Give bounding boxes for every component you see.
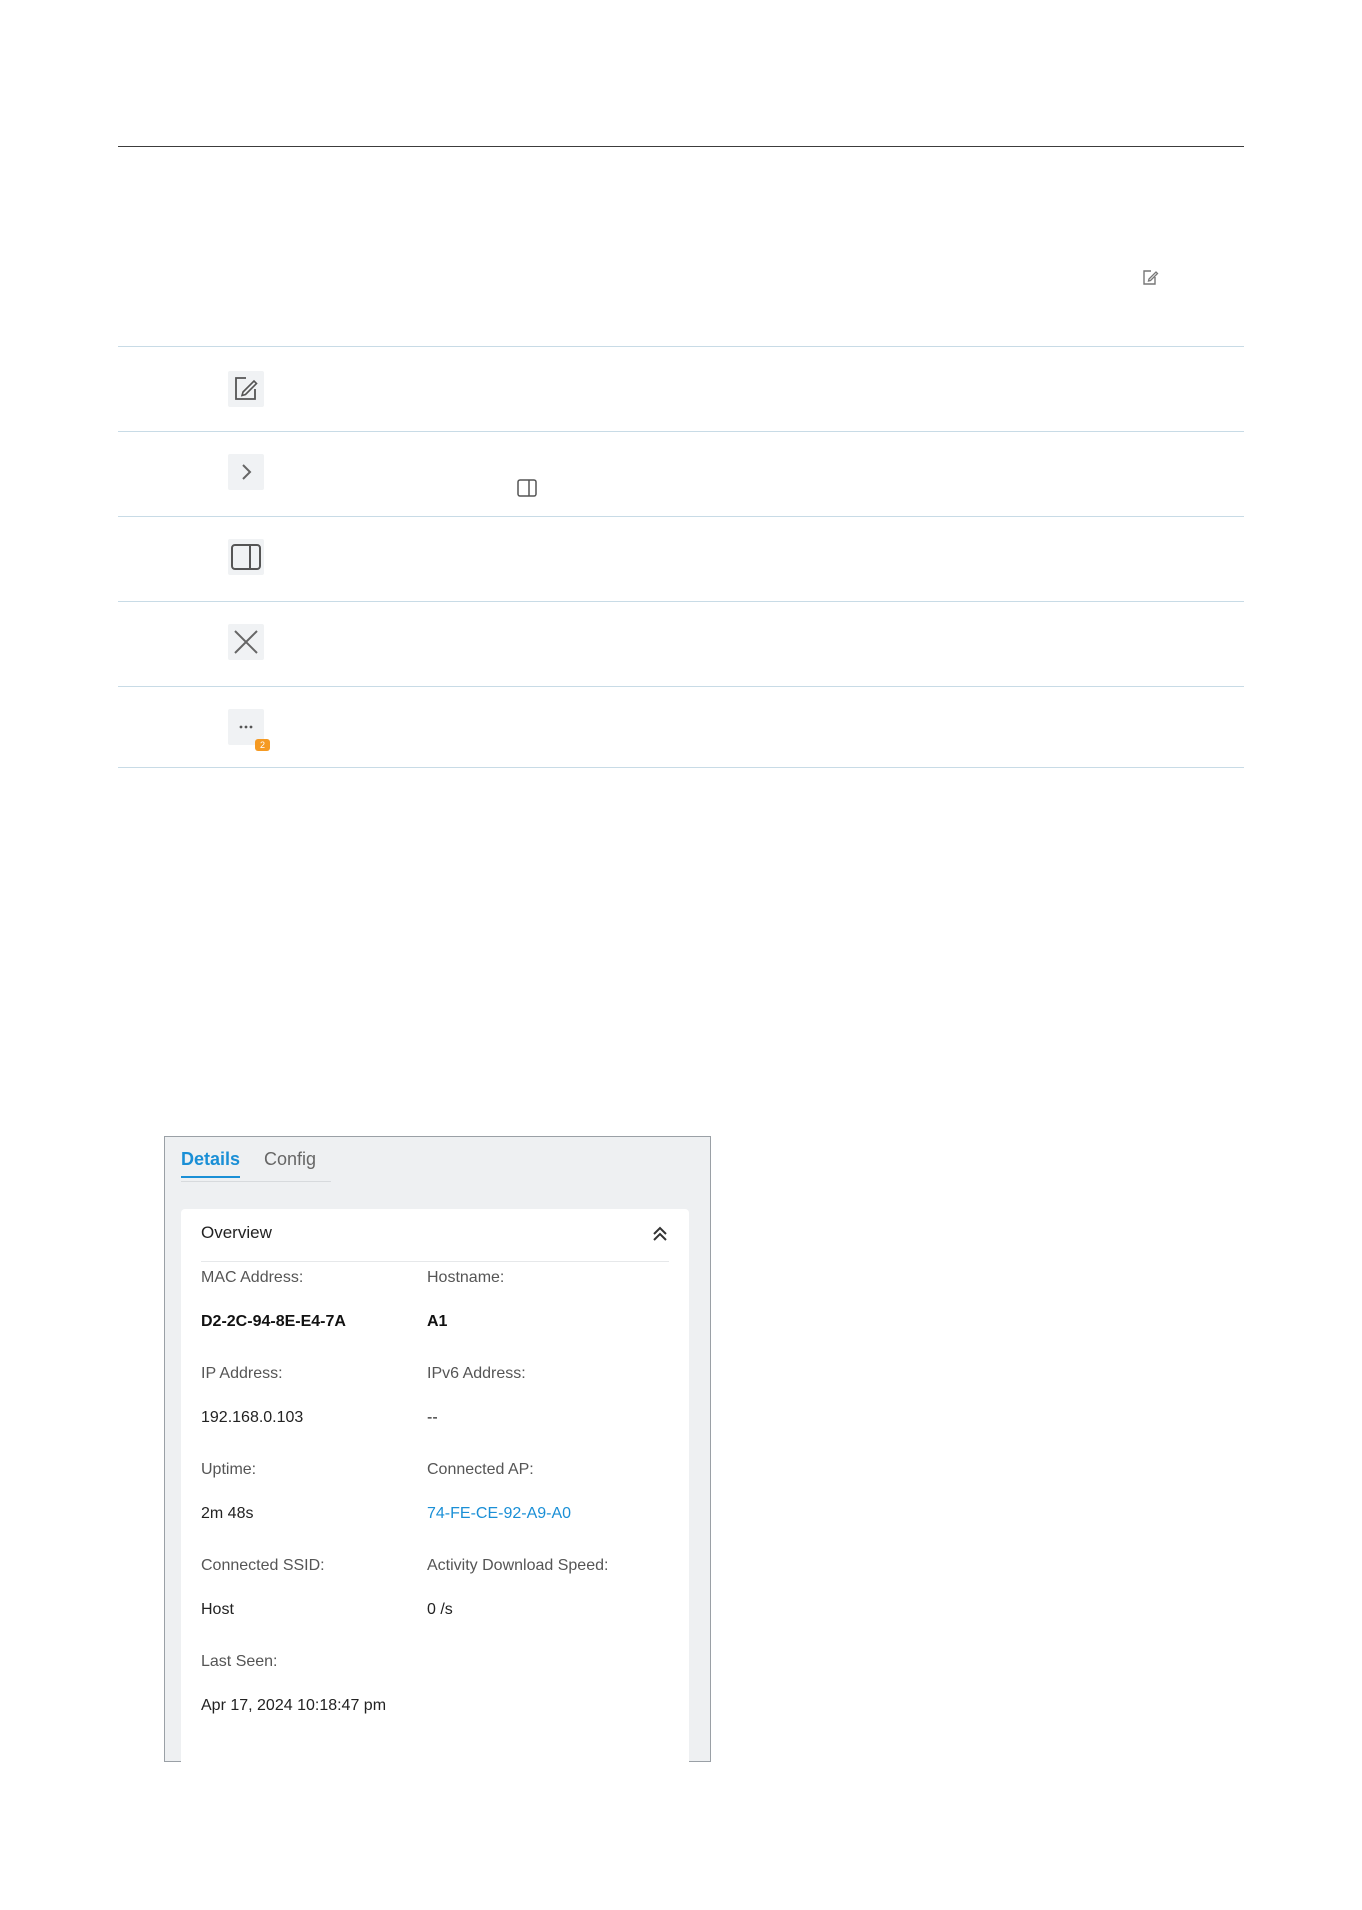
more-icon[interactable]: 2 <box>228 709 270 751</box>
field-ipv6-address: IPv6 Address: -- <box>427 1365 526 1426</box>
overview-card: Overview MAC Address: D2-2C-94-8E-E4-7A … <box>181 1209 689 1769</box>
edit-icon <box>1140 268 1160 288</box>
card-title: Overview <box>201 1223 272 1242</box>
field-label: Uptime: <box>201 1461 257 1478</box>
field-download-speed: Activity Download Speed: 0 /s <box>427 1557 609 1618</box>
field-value: 192.168.0.103 <box>201 1409 304 1426</box>
field-connected-ap: Connected AP: 74-FE-CE-92-A9-A0 <box>427 1461 571 1522</box>
field-value: Host <box>201 1601 234 1618</box>
chevron-right-icon[interactable] <box>228 454 264 490</box>
field-hostname: Hostname: A1 <box>427 1269 505 1330</box>
tab-bar: Details Config <box>181 1149 316 1178</box>
edit-icon[interactable] <box>228 371 264 407</box>
icon-row-more: 2 <box>118 686 1244 768</box>
field-value: 0 /s <box>427 1601 453 1618</box>
field-ip-address: IP Address: 192.168.0.103 <box>201 1365 303 1426</box>
panel-icon <box>516 478 538 498</box>
tab-details[interactable]: Details <box>181 1149 241 1178</box>
client-details-screenshot: Details Config Overview MAC Address: D2-… <box>164 1136 711 1769</box>
field-label: IPv6 Address: <box>427 1365 526 1382</box>
field-value: Apr 17, 2024 10:18:47 pm <box>201 1697 387 1714</box>
field-label: MAC Address: <box>201 1269 304 1286</box>
field-last-seen: Last Seen: Apr 17, 2024 10:18:47 pm <box>201 1653 386 1714</box>
icon-row-edit <box>118 346 1244 431</box>
field-label: Connected AP: <box>427 1461 534 1478</box>
icon-row-panel <box>118 516 1244 601</box>
field-mac-address: MAC Address: D2-2C-94-8E-E4-7A <box>201 1269 346 1330</box>
field-value: A1 <box>427 1313 448 1330</box>
field-label: Last Seen: <box>201 1653 278 1670</box>
tab-divider <box>181 1181 331 1182</box>
field-label: Activity Download Speed: <box>427 1557 609 1574</box>
section-divider <box>118 146 1244 147</box>
panel-icon[interactable] <box>228 539 264 575</box>
field-label: Connected SSID: <box>201 1557 325 1574</box>
icon-row-chevron <box>118 431 1244 516</box>
connected-ap-link[interactable]: 74-FE-CE-92-A9-A0 <box>427 1505 571 1523</box>
field-uptime: Uptime: 2m 48s <box>201 1461 257 1522</box>
close-icon[interactable] <box>228 624 264 660</box>
field-value: -- <box>427 1409 438 1426</box>
field-label: Hostname: <box>427 1269 505 1286</box>
field-value: 2m 48s <box>201 1505 254 1522</box>
field-label: IP Address: <box>201 1365 283 1382</box>
field-value: D2-2C-94-8E-E4-7A <box>201 1313 346 1330</box>
field-connected-ssid: Connected SSID: Host <box>201 1557 325 1618</box>
tab-config[interactable]: Config <box>264 1149 316 1178</box>
icon-table: 2 <box>118 346 1244 768</box>
notification-badge: 2 <box>254 739 270 751</box>
icon-row-close <box>118 601 1244 686</box>
collapse-icon[interactable] <box>651 1225 669 1243</box>
card-header: Overview <box>201 1209 669 1262</box>
